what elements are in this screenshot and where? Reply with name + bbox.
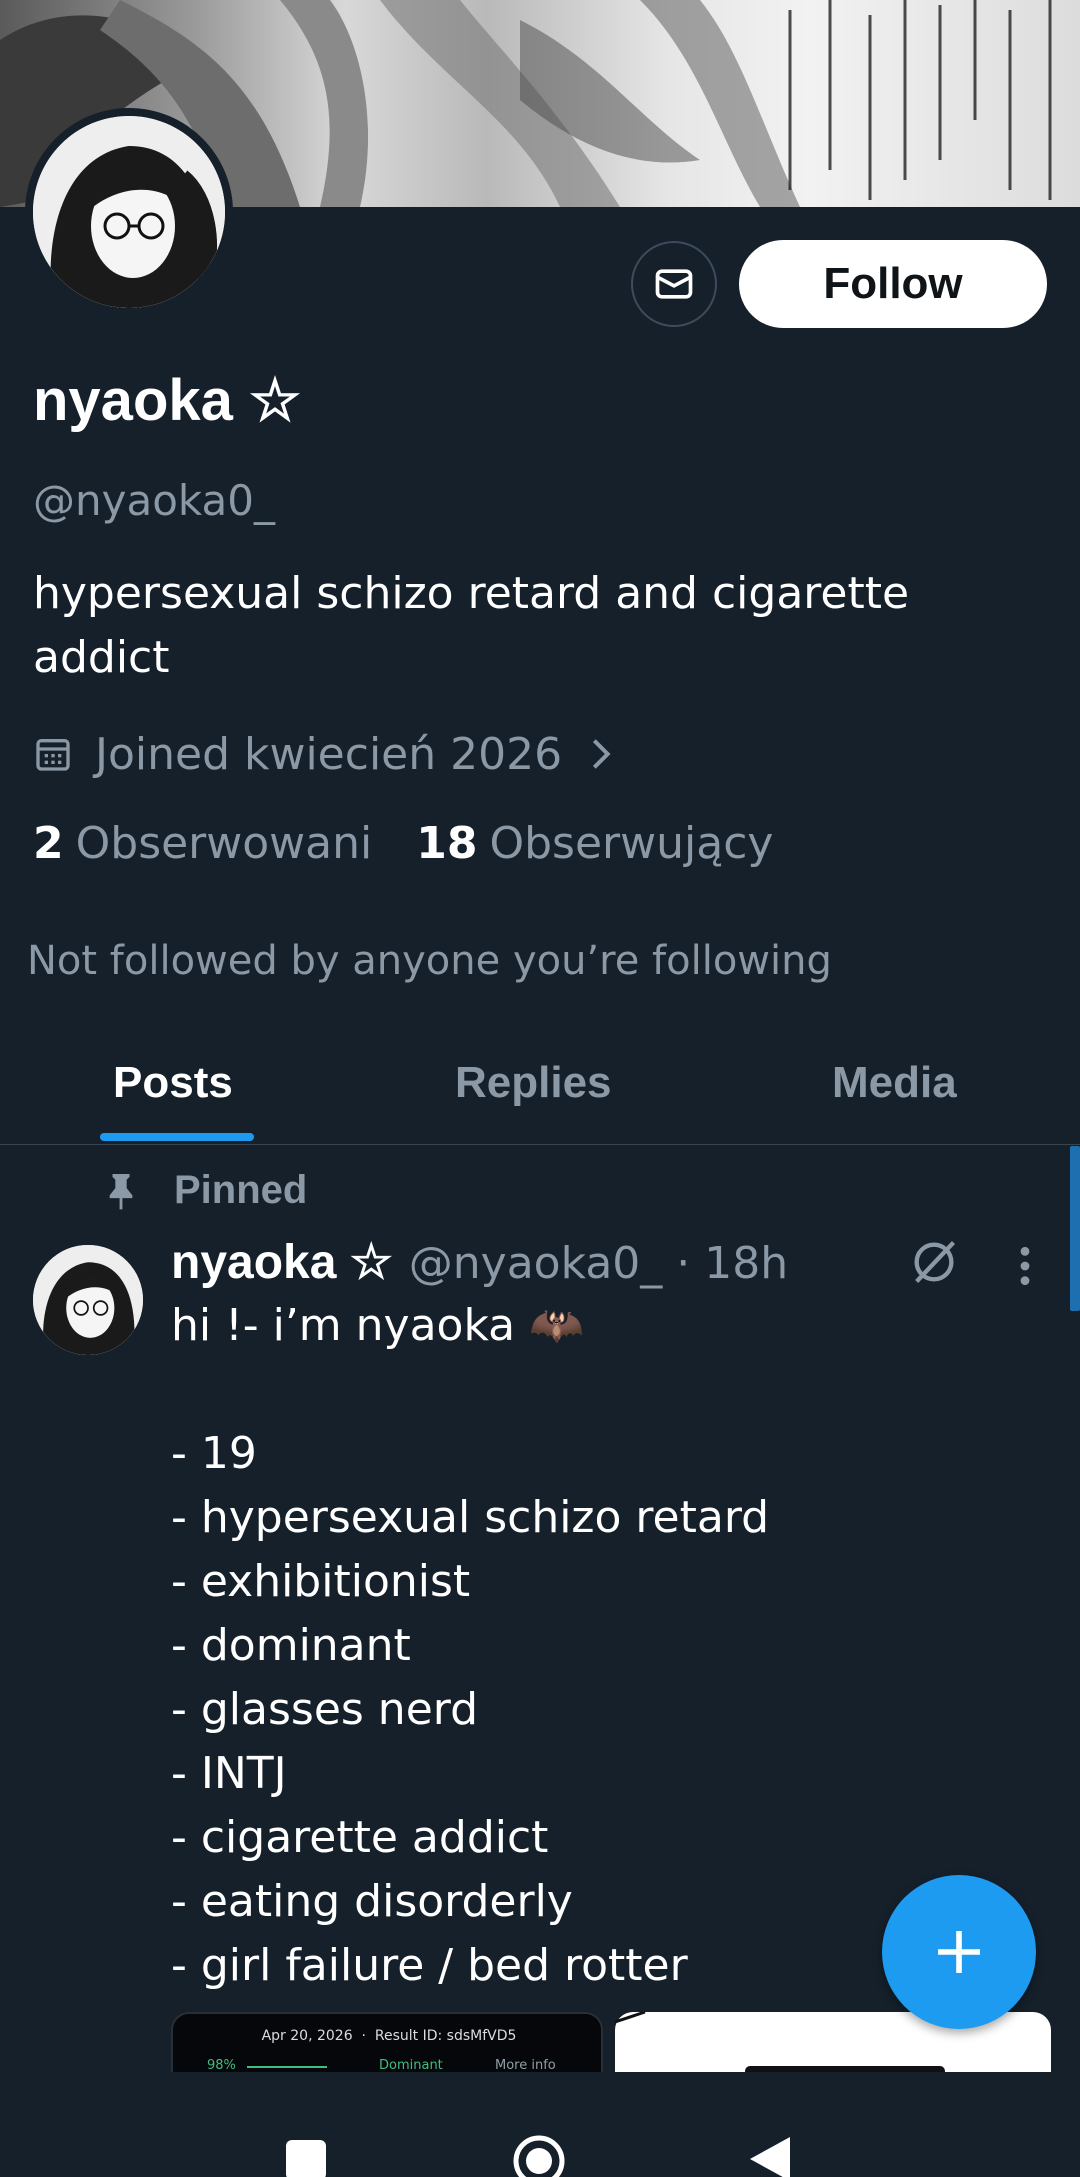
calendar-icon [36, 739, 70, 771]
followers-count: 18 [416, 818, 478, 869]
recents-icon[interactable] [284, 2138, 328, 2177]
plus-icon [938, 1931, 980, 1973]
post-line: - hypersexual schizo retard [171, 1492, 770, 1543]
post-line: - dominant [171, 1620, 411, 1671]
media-bar [247, 2066, 327, 2068]
media-trait: Dominant [379, 2058, 443, 2072]
post-body[interactable]: hi !- i’m nyaoka 🦇 - 19 - hypersexual sc… [171, 1294, 1031, 1998]
media-header-text: Apr 20, 2026 · Result ID: sdsMfVD5 [261, 2028, 517, 2044]
back-icon[interactable] [748, 2135, 792, 2177]
profile-bio: hypersexual schizo retard and cigarette … [33, 568, 910, 683]
post-line: hi !- i’m nyaoka 🦇 [171, 1300, 584, 1351]
post-media: Apr 20, 2026 · Result ID: sdsMfVD5 98% D… [171, 2012, 1051, 2072]
profile-avatar[interactable] [25, 108, 233, 316]
post-header: nyaoka ☆ @nyaoka0_ · 18h [171, 1234, 788, 1290]
media-percent: 98% [207, 2058, 236, 2072]
pin-icon [109, 1173, 133, 1209]
pinned-label-row: Pinned [104, 1168, 307, 1213]
chevron-right-icon [593, 739, 611, 769]
following-link[interactable]: 2 Obserwowani [33, 818, 372, 869]
following-count: 2 [33, 818, 64, 869]
media-image-1[interactable]: Apr 20, 2026 · Result ID: sdsMfVD5 98% D… [171, 2012, 603, 2072]
follow-button[interactable]: Follow [739, 240, 1047, 328]
media-more-info: More info [495, 2058, 556, 2072]
tab-posts[interactable]: Posts [113, 1058, 233, 1108]
display-name: nyaoka ☆ [33, 368, 301, 433]
post-author-avatar[interactable] [33, 1245, 143, 1355]
profile-tabs: Posts Replies Media [0, 1040, 1080, 1145]
post-author-handle: @nyaoka0_ · 18h [408, 1238, 789, 1289]
avatar-image [33, 116, 225, 308]
post-line: - INTJ [171, 1748, 287, 1799]
pinned-label: Pinned [174, 1168, 308, 1212]
tab-media[interactable]: Media [832, 1058, 957, 1108]
compose-button[interactable] [882, 1875, 1036, 2029]
following-label: Obserwowani [75, 818, 373, 869]
more-options-icon[interactable] [1010, 1244, 1040, 1288]
system-navigation-bar [0, 2072, 1080, 2177]
envelope-icon [655, 269, 693, 299]
media-date: Apr 20, 2026 [261, 2028, 353, 2044]
user-handle: @nyaoka0_ [33, 476, 275, 525]
tab-replies[interactable]: Replies [455, 1058, 612, 1108]
follow-stats: 2 Obserwowani 18 Obserwujący [33, 818, 817, 869]
post-author-name[interactable]: nyaoka ☆ [171, 1234, 393, 1290]
joined-date-row[interactable]: Joined kwiecień 2026 [33, 724, 614, 784]
active-tab-indicator [100, 1133, 254, 1141]
followers-label: Obserwujący [489, 818, 774, 869]
message-button[interactable] [631, 241, 717, 327]
post-line: - cigarette addict [171, 1812, 549, 1863]
post-line: - glasses nerd [171, 1684, 479, 1735]
post-line: - 19 [171, 1428, 257, 1479]
mutual-followers-text: Not followed by anyone you’re following [27, 938, 832, 984]
post-line [171, 1358, 1031, 1422]
media-result-id: Result ID: sdsMfVD5 [374, 2028, 517, 2044]
followers-link[interactable]: 18 Obserwujący [416, 818, 773, 869]
grok-icon[interactable] [908, 1236, 960, 1288]
home-icon[interactable] [511, 2133, 567, 2177]
joined-date-text: Joined kwiecień 2026 [95, 728, 563, 780]
post-line: - exhibitionist [171, 1556, 471, 1607]
scrollbar[interactable] [1070, 1146, 1080, 1311]
